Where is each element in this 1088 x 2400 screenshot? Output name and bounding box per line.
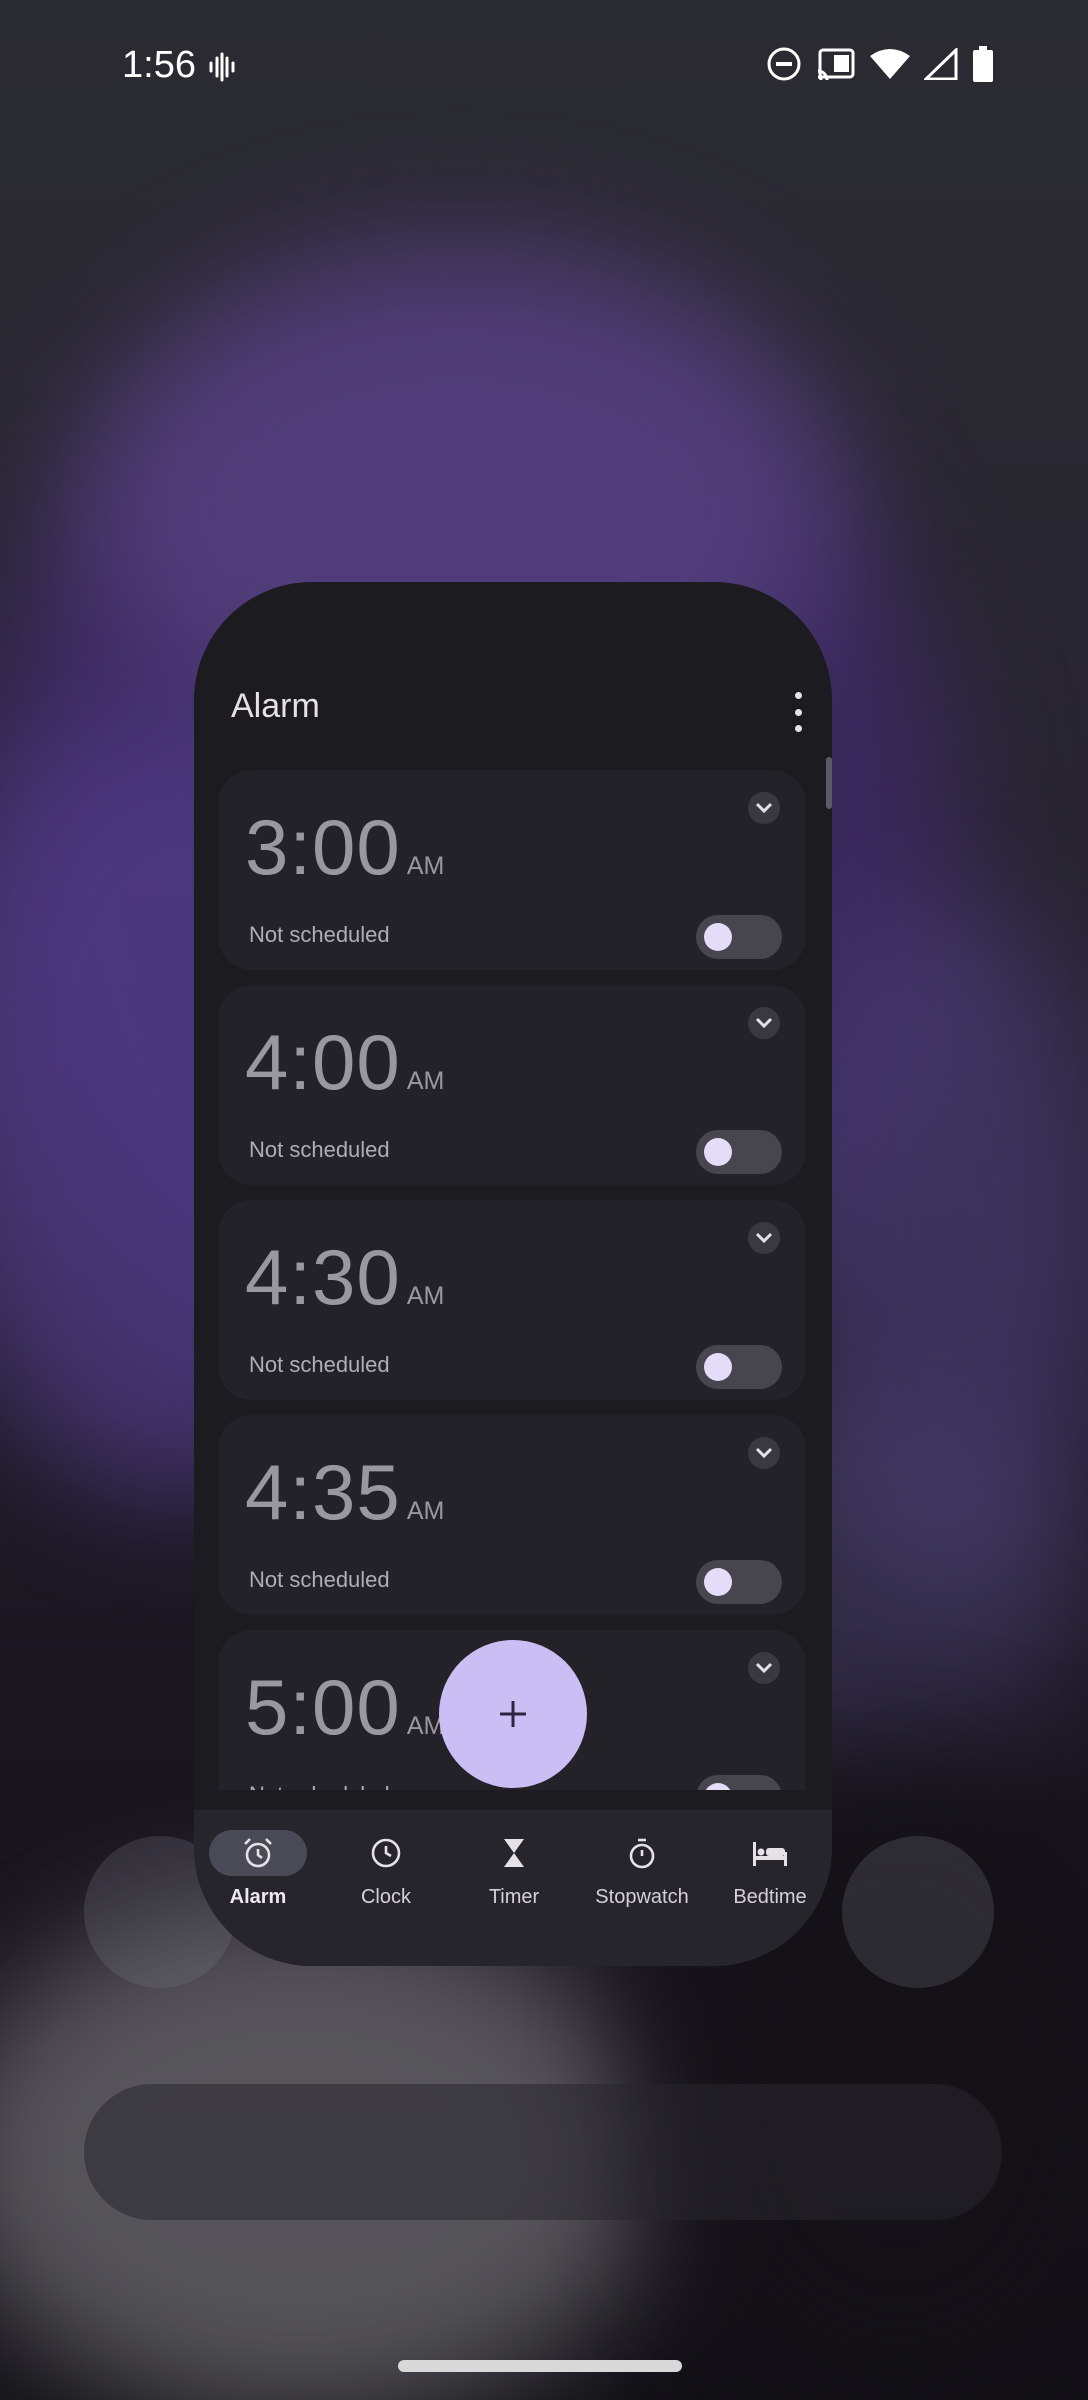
- chevron-down-icon[interactable]: [748, 1437, 780, 1469]
- alarm-toggle[interactable]: [696, 1775, 782, 1790]
- alarm-time: 5:00 AM: [245, 1663, 445, 1751]
- alarm-time: 3:00 AM: [245, 803, 445, 891]
- battery-icon: [972, 46, 994, 87]
- stopwatch-icon: [629, 1838, 655, 1869]
- cast-icon: [816, 47, 856, 86]
- more-vertical-icon[interactable]: [788, 692, 808, 732]
- chevron-down-icon[interactable]: [748, 1222, 780, 1254]
- alarm-time: 4:30 AM: [245, 1233, 445, 1321]
- tab-label: Bedtime: [733, 1886, 807, 1908]
- wifi-icon: [870, 48, 910, 85]
- bottom-navigation: Alarm Clock Timer Stopwatch Bedtime: [194, 1810, 832, 1966]
- alarm-toggle[interactable]: [696, 915, 782, 959]
- alarm-card[interactable]: 4:35 AM Not scheduled: [218, 1415, 806, 1615]
- hourglass-icon: [504, 1839, 524, 1867]
- alarm-ampm: AM: [406, 1282, 445, 1310]
- chevron-down-icon[interactable]: [748, 792, 780, 824]
- alarm-card[interactable]: 3:00 AM Not scheduled: [218, 770, 806, 970]
- plus-icon: [500, 1701, 526, 1727]
- alarm-card[interactable]: 4:30 AM Not scheduled: [218, 1200, 806, 1400]
- signal-icon: [922, 46, 958, 85]
- chevron-down-icon[interactable]: [748, 1652, 780, 1684]
- tab-stopwatch[interactable]: Stopwatch: [578, 1810, 706, 1930]
- tab-clock[interactable]: Clock: [322, 1810, 450, 1930]
- google-search-bar[interactable]: [84, 2084, 1002, 2220]
- alarm-status: Not scheduled: [249, 1782, 390, 1790]
- alarm-time: 4:35 AM: [245, 1448, 445, 1536]
- clock-widget: Alarm 3:00 AM Not scheduled 4:00 AM Not sc…: [194, 582, 832, 1966]
- do-not-disturb-icon: [766, 46, 802, 87]
- tab-label: Alarm: [229, 1886, 287, 1908]
- status-time: 1:56: [122, 44, 196, 86]
- tab-alarm[interactable]: Alarm: [194, 1810, 322, 1930]
- alarm-ampm: AM: [406, 1067, 445, 1095]
- alarm-time: 4:00 AM: [245, 1018, 445, 1106]
- alarm-icon: [244, 1838, 272, 1868]
- alarm-toggle[interactable]: [696, 1130, 782, 1174]
- alarm-status: Not scheduled: [249, 1567, 390, 1592]
- alarm-list: 3:00 AM Not scheduled 4:00 AM Not schedule…: [218, 770, 806, 1790]
- clock-icon: [371, 1838, 401, 1868]
- alarm-status: Not scheduled: [249, 1352, 390, 1377]
- tab-label: Timer: [488, 1886, 540, 1908]
- widget-title: Alarm: [231, 687, 320, 725]
- camera-app-icon[interactable]: [842, 1836, 994, 1988]
- alarm-ampm: AM: [406, 852, 445, 880]
- alarm-ampm: AM: [406, 1497, 445, 1525]
- tab-label: Stopwatch: [595, 1886, 689, 1908]
- tab-bedtime[interactable]: Bedtime: [706, 1810, 832, 1930]
- alarm-status: Not scheduled: [249, 922, 390, 947]
- widget-header: Alarm: [194, 582, 832, 762]
- scrollbar[interactable]: [826, 757, 832, 809]
- alarm-toggle[interactable]: [696, 1560, 782, 1604]
- bed-icon: [753, 1842, 787, 1866]
- gesture-handle[interactable]: [398, 2360, 682, 2372]
- alarm-card[interactable]: 4:00 AM Not scheduled: [218, 985, 806, 1185]
- add-alarm-button[interactable]: [439, 1640, 587, 1788]
- chevron-down-icon[interactable]: [748, 1007, 780, 1039]
- status-bar: 1:56: [0, 0, 1088, 140]
- tab-label: Clock: [360, 1886, 411, 1908]
- alarm-toggle[interactable]: [696, 1345, 782, 1389]
- tab-timer[interactable]: Timer: [450, 1810, 578, 1930]
- vibrate-icon: [208, 52, 236, 87]
- alarm-status: Not scheduled: [249, 1137, 390, 1162]
